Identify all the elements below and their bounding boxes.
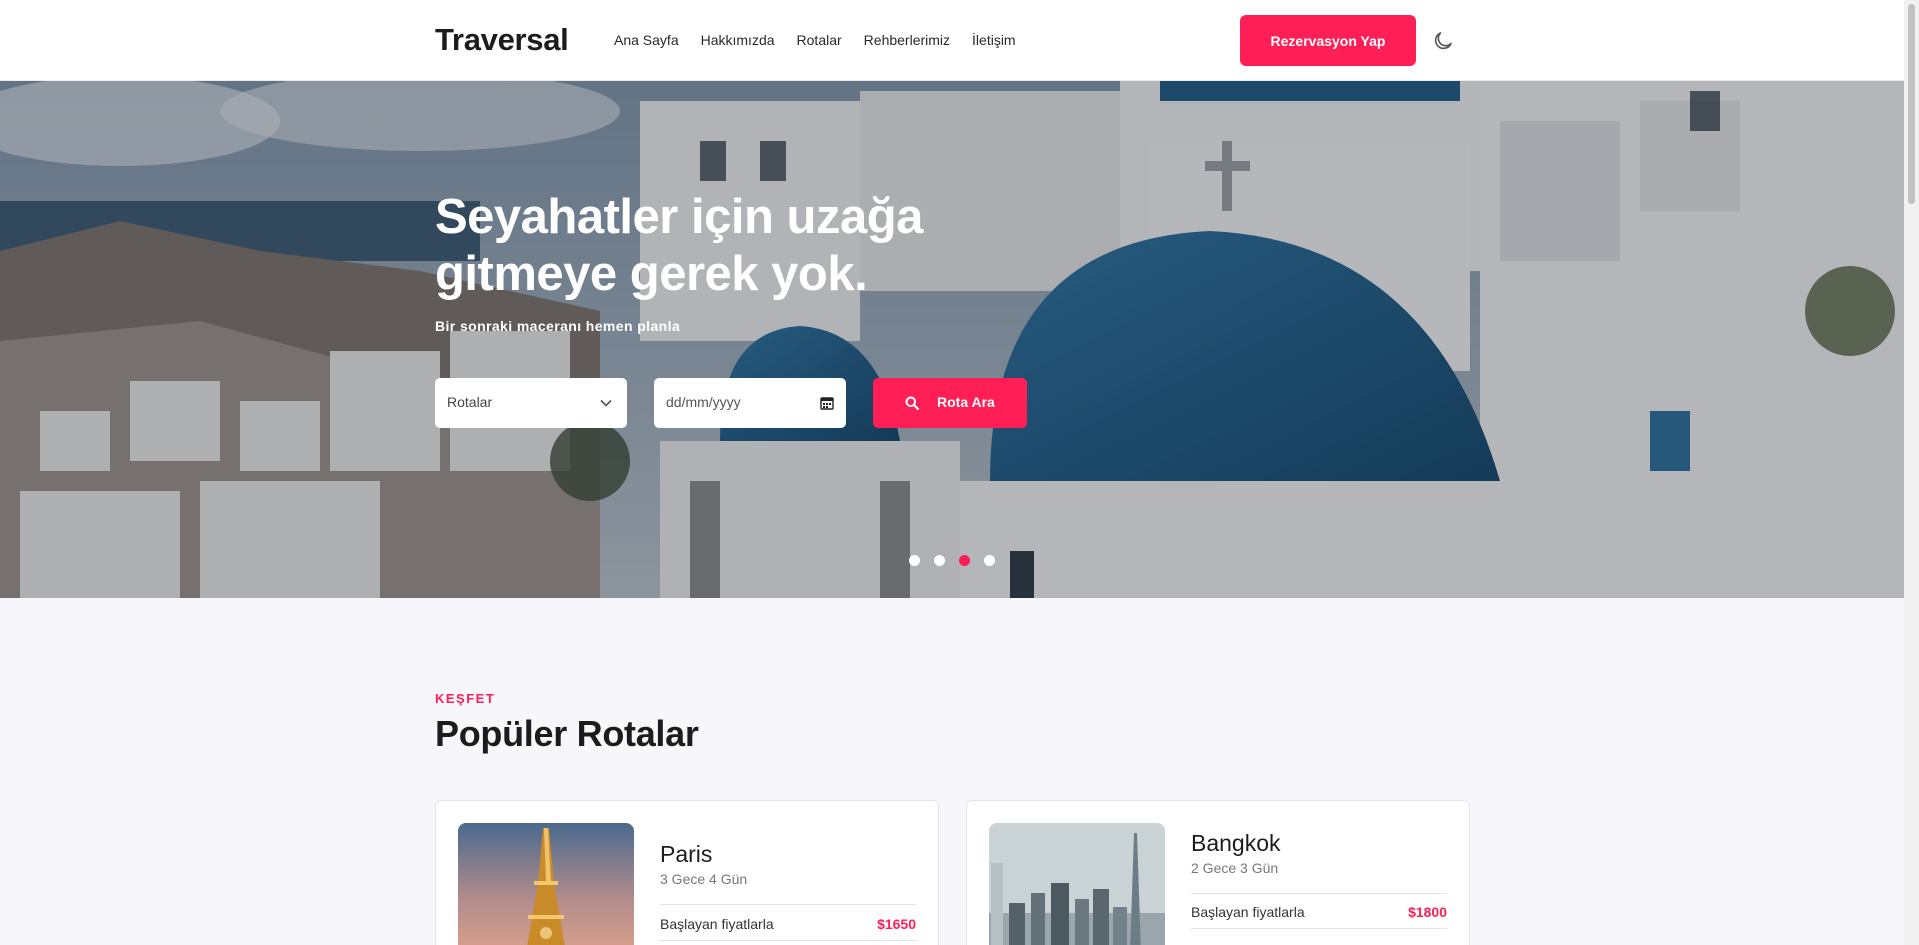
route-name: Paris [660,841,713,867]
carousel-dot-2[interactable] [934,555,945,566]
route-select[interactable]: Rotalar [435,378,627,428]
route-duration: 2 Gece 3 Gün [1191,860,1279,876]
nav-link-about[interactable]: Hakkımızda [701,32,775,48]
route-select-value: Rotalar [447,394,493,410]
route-image-paris [458,823,634,945]
divider [1191,928,1447,929]
route-price: $1650 [877,916,916,932]
page-scrollbar[interactable] [1904,0,1919,945]
route-search-button[interactable]: Rota Ara [873,378,1027,428]
route-name: Bangkok [1191,830,1281,856]
price-label: Başlayan fiyatlarla [1191,904,1305,920]
divider [1191,893,1447,894]
date-input[interactable]: dd/mm/yyyy [654,378,846,428]
nav-link-home[interactable]: Ana Sayfa [614,32,679,48]
moon-icon[interactable] [1431,29,1455,53]
carousel-dot-3[interactable] [959,555,970,566]
hero-section: Seyahatler için uzağa gitmeye gerek yok.… [0,81,1904,598]
route-duration: 3 Gece 4 Gün [660,871,748,887]
nav-link-routes[interactable]: Rotalar [797,32,842,48]
hero-subtitle: Bir sonraki maceranı hemen planla [435,318,681,334]
hero-title: Seyahatler için uzağa gitmeye gerek yok. [435,190,923,301]
nav-link-contact[interactable]: İletişim [972,32,1016,48]
route-card-bangkok[interactable]: Bangkok 2 Gece 3 Gün Başlayan fiyatlarla… [966,800,1470,945]
carousel-dots [909,555,995,566]
route-search-label: Rota Ara [937,394,995,410]
hero-overlay [0,81,1904,598]
route-card-paris[interactable]: Paris 3 Gece 4 Gün Başlayan fiyatlarla $… [435,800,939,945]
route-image-bangkok [989,823,1165,945]
search-icon [905,396,920,413]
brand-logo[interactable]: Traversal [435,22,569,58]
main-nav: Ana Sayfa Hakkımızda Rotalar Rehberlerim… [614,32,1016,48]
date-placeholder: dd/mm/yyyy [666,394,741,410]
calendar-icon[interactable] [820,396,834,415]
reserve-button[interactable]: Rezervasyon Yap [1240,15,1416,66]
price-label: Başlayan fiyatlarla [660,916,774,932]
scrollbar-thumb[interactable] [1908,4,1915,204]
nav-link-guides[interactable]: Rehberlerimiz [864,32,950,48]
chevron-down-icon [599,396,613,415]
route-price: $1800 [1408,904,1447,920]
carousel-dot-1[interactable] [909,555,920,566]
site-header: Traversal Ana Sayfa Hakkımızda Rotalar R… [0,0,1904,81]
divider [660,904,916,905]
section-title: Popüler Rotalar [435,713,699,754]
section-kicker: KEŞFET [435,691,496,706]
carousel-dot-4[interactable] [984,555,995,566]
divider [660,940,916,941]
